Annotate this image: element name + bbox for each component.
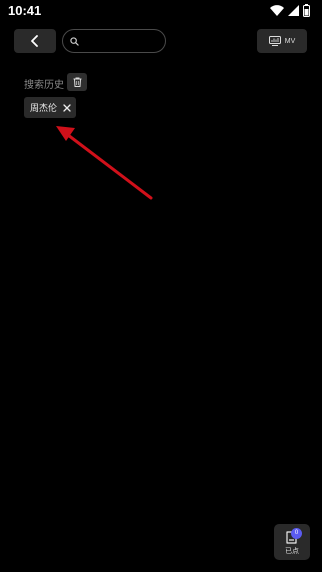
mv-button[interactable]: MV [257,29,307,53]
back-button[interactable] [14,29,56,53]
chevron-left-icon [31,35,38,47]
search-box[interactable] [62,29,166,53]
queued-count-badge: 0 [291,528,302,539]
trash-icon [73,77,81,87]
search-input[interactable] [83,33,161,49]
mv-button-label: MV [284,37,296,45]
status-time: 10:41 [8,3,42,18]
signal-icon [288,5,299,16]
history-chip-label: 周杰伦 [30,104,58,114]
history-chip[interactable]: 周杰伦 [24,97,76,118]
queued-songs-label: 已点 [285,547,299,555]
video-chart-icon [268,36,281,46]
wifi-icon [270,5,284,16]
queued-songs-button[interactable]: 0 已点 [274,524,310,560]
close-icon[interactable] [63,103,71,112]
status-bar: 10:41 [0,0,322,24]
battery-icon [303,4,310,17]
clear-history-button[interactable] [67,73,87,91]
search-history-label: 搜索历史 [24,80,64,91]
status-icons [270,4,310,17]
search-icon [70,36,79,46]
